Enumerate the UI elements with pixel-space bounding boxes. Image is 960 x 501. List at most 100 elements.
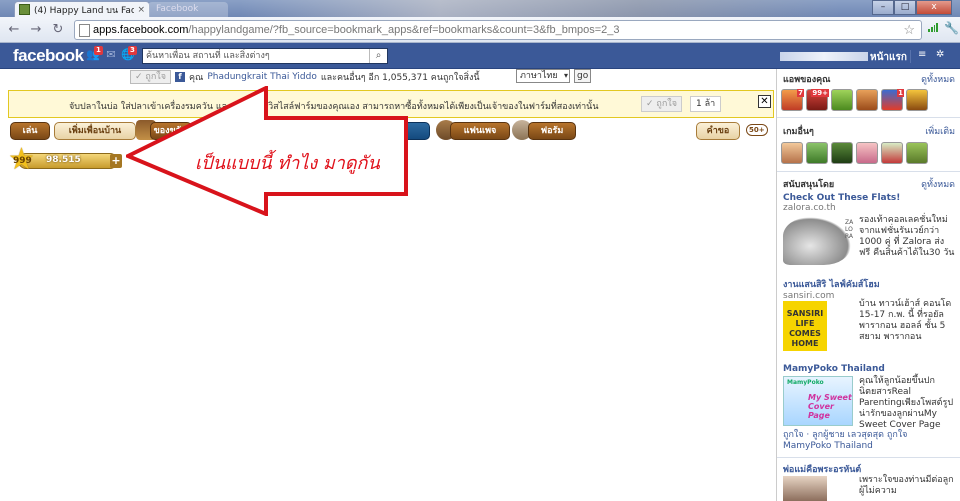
facebook-search-input[interactable]: ค้นหาเพื่อน สถานที่ และสิ่งต่างๆ ⌕: [142, 48, 388, 64]
sponsored-see-all[interactable]: ดูทั้งหมด: [921, 177, 955, 191]
forum-tab[interactable]: ฟอรัม: [528, 122, 576, 140]
ad-parents[interactable]: พ่อแม่คือพระอรหันต์ เพราะใจของท่านมีต่อล…: [783, 462, 955, 501]
your-apps-list: 7 99+ 1: [781, 89, 928, 111]
game-thumb-4[interactable]: [856, 142, 878, 164]
app-like-button[interactable]: ✓ ถูกใจ: [130, 70, 171, 84]
language-go-button[interactable]: go: [574, 69, 592, 83]
game-thumb-5[interactable]: [881, 142, 903, 164]
other-games-more[interactable]: เพิ่มเติม: [925, 124, 955, 138]
resource-bar: ★ 999 98.515 +: [8, 145, 122, 176]
forward-icon[interactable]: →: [28, 22, 44, 38]
ad-mamypoko[interactable]: MamyPoko Thailand MamyPoko My Sweet Cove…: [783, 364, 955, 454]
ad-body: รองเท้าคอลเลคชั่นใหม่ จากแฟชั่นรันเวย์กว…: [859, 215, 955, 258]
ad-image-mamypoko[interactable]: MamyPoko My Sweet Cover Page: [783, 376, 853, 426]
language-select[interactable]: ภาษาไทย: [516, 69, 570, 83]
browser-toolbar: ← → ↻ apps.facebook.com/happylandgame/?f…: [0, 17, 960, 43]
ad-image-shoe[interactable]: [783, 217, 851, 265]
browser-tab-bar: (4) Happy Land บน Facebo × Facebook – □ …: [0, 0, 960, 17]
url-path: /happylandgame/?fb_source=bookmark_apps&…: [188, 24, 620, 36]
your-apps-title: แอพของคุณ: [783, 75, 831, 85]
ad-image-parents[interactable]: [783, 476, 827, 501]
app-thumb-5[interactable]: 1: [881, 89, 904, 111]
maximize-button[interactable]: □: [894, 0, 916, 15]
play-tab[interactable]: เล่น: [10, 122, 50, 140]
app-badge-1: 7: [797, 89, 804, 97]
ad-brand-vertical: ZALORA: [845, 219, 854, 240]
ad-zalora[interactable]: Check Out These Flats! zalora.co.th ZALO…: [783, 193, 955, 273]
ad-title[interactable]: งานแสนสิริ ไลฟ์คัมส์โฮม: [783, 277, 955, 291]
ad-title[interactable]: Check Out These Flats!: [783, 193, 955, 203]
other-games-title: เกมอื่นๆ: [783, 127, 814, 137]
app-thumb-2[interactable]: 99+: [806, 89, 829, 111]
app-badge-2: 99+: [811, 89, 829, 97]
bookmark-star-icon[interactable]: ☆: [903, 21, 915, 39]
wrench-menu-icon[interactable]: 🔧: [944, 21, 959, 35]
browser-tab-active[interactable]: (4) Happy Land บน Facebo ×: [14, 1, 150, 17]
app-thumb-6[interactable]: [906, 89, 928, 111]
friend-requests-badge: 1: [94, 46, 103, 55]
facebook-logo[interactable]: facebook: [13, 46, 84, 66]
ad-body: เพราะใจของท่านมีต่อลูกผู้ไม่ความ: [859, 475, 954, 496]
your-apps-see-all[interactable]: ดูทั้งหมด: [921, 72, 955, 86]
search-placeholder: ค้นหาเพื่อน สถานที่ และสิ่งต่างๆ: [146, 51, 270, 61]
language-selector: ภาษาไทย go: [516, 69, 592, 83]
ad-body: คุณให้ลูกน้อยขึ้นปกนิตยสารReal Parenting…: [859, 376, 954, 430]
app-badge-5: 1: [897, 89, 904, 97]
privacy-icon[interactable]: ≡: [918, 49, 926, 60]
address-bar[interactable]: apps.facebook.com/happylandgame/?fb_sour…: [74, 20, 922, 40]
account-settings-icon[interactable]: ✲: [936, 49, 944, 60]
back-icon[interactable]: ←: [6, 22, 22, 38]
coins-value: 98.515: [46, 155, 81, 165]
notifications-badge: 3: [128, 46, 137, 55]
facebook-top-bar: facebook 👥 1 ✉ 🌐 3 ค้นหาเพื่อน สถานที่ แ…: [0, 43, 960, 69]
ad-body: บ้าน ทาวน์เฮ้าส์ คอนโด 15-17 ก.พ. นี้ ที…: [859, 299, 952, 342]
minimize-button[interactable]: –: [872, 0, 894, 15]
level-value: 999: [13, 156, 32, 166]
reload-icon[interactable]: ↻: [50, 22, 66, 38]
friend-name-link[interactable]: Phadungkrait Thai Yiddo: [207, 72, 317, 82]
ad-image-logo: MamyPoko: [787, 379, 824, 386]
your-apps-header: แอพของคุณ ดูทั้งหมด: [783, 72, 955, 85]
tab-close-icon[interactable]: ×: [137, 5, 145, 15]
browser-tab-inactive[interactable]: Facebook: [148, 2, 228, 17]
messages-icon[interactable]: ✉: [104, 48, 118, 62]
window-close-button[interactable]: x: [916, 0, 952, 15]
app-thumb-4[interactable]: [856, 89, 878, 111]
requests-tab[interactable]: คำขอ: [696, 122, 740, 140]
search-icon[interactable]: ⌕: [369, 49, 387, 63]
requests-badge: 50+: [746, 124, 768, 136]
home-link[interactable]: หน้าแรก: [870, 50, 907, 65]
app-thumb-3[interactable]: [831, 89, 853, 111]
ad-title[interactable]: MamyPoko Thailand: [783, 364, 955, 374]
ad-domain: zalora.co.th: [783, 203, 836, 213]
sidebar-divider: [777, 171, 960, 172]
top-bar-divider: [910, 50, 911, 63]
annotation-text: เป็นแบบนี้ ทำไง มาดูกัน: [195, 153, 380, 174]
url-domain: apps.facebook.com: [93, 24, 189, 36]
user-name-blurred[interactable]: [780, 52, 868, 61]
game-thumb-1[interactable]: [781, 142, 803, 164]
game-thumb-2[interactable]: [806, 142, 828, 164]
ad-title[interactable]: พ่อแม่คือพระอรหันต์: [783, 462, 955, 476]
other-games-list: [781, 142, 928, 164]
ad-social-context[interactable]: ถูกใจ · ลูกผู้ชาย เลวสุดสุด ถูกใจ MamyPo…: [783, 430, 955, 452]
game-thumb-6[interactable]: [906, 142, 928, 164]
facebook-small-icon: f: [174, 72, 185, 82]
sidebar-divider: [777, 117, 960, 118]
like-text-after: และคนอื่นๆ อีก 1,055,371 คนถูกใจสิ่งนี้: [320, 73, 480, 83]
ad-sansiri[interactable]: งานแสนสิริ ไลฟ์คัมส์โฮม sansiri.com SANS…: [783, 277, 955, 357]
signal-extension-icon[interactable]: [928, 22, 938, 32]
add-coins-button[interactable]: +: [110, 154, 122, 168]
banner-close-icon[interactable]: ✕: [758, 95, 771, 108]
sidebar-divider: [777, 457, 960, 458]
fan-page-tab[interactable]: แฟนเพจ: [450, 122, 510, 140]
ad-image-text: My Sweet Cover Page: [808, 393, 852, 420]
like-text-before: คุณ: [188, 73, 204, 83]
ad-image-sansiri[interactable]: SANSIRI LIFE COMES HOME: [783, 301, 827, 351]
add-neighbors-tab[interactable]: เพิ่มเพื่อนบ้าน: [54, 122, 136, 140]
banner-like-button[interactable]: ✓ ถูกใจ: [641, 96, 682, 112]
right-sidebar: แอพของคุณ ดูทั้งหมด 7 99+ 1 เกมอื่นๆ เพิ…: [776, 69, 960, 501]
app-thumb-1[interactable]: 7: [781, 89, 804, 111]
game-thumb-3[interactable]: [831, 142, 853, 164]
tab-title: (4) Happy Land บน Facebo: [34, 5, 135, 16]
